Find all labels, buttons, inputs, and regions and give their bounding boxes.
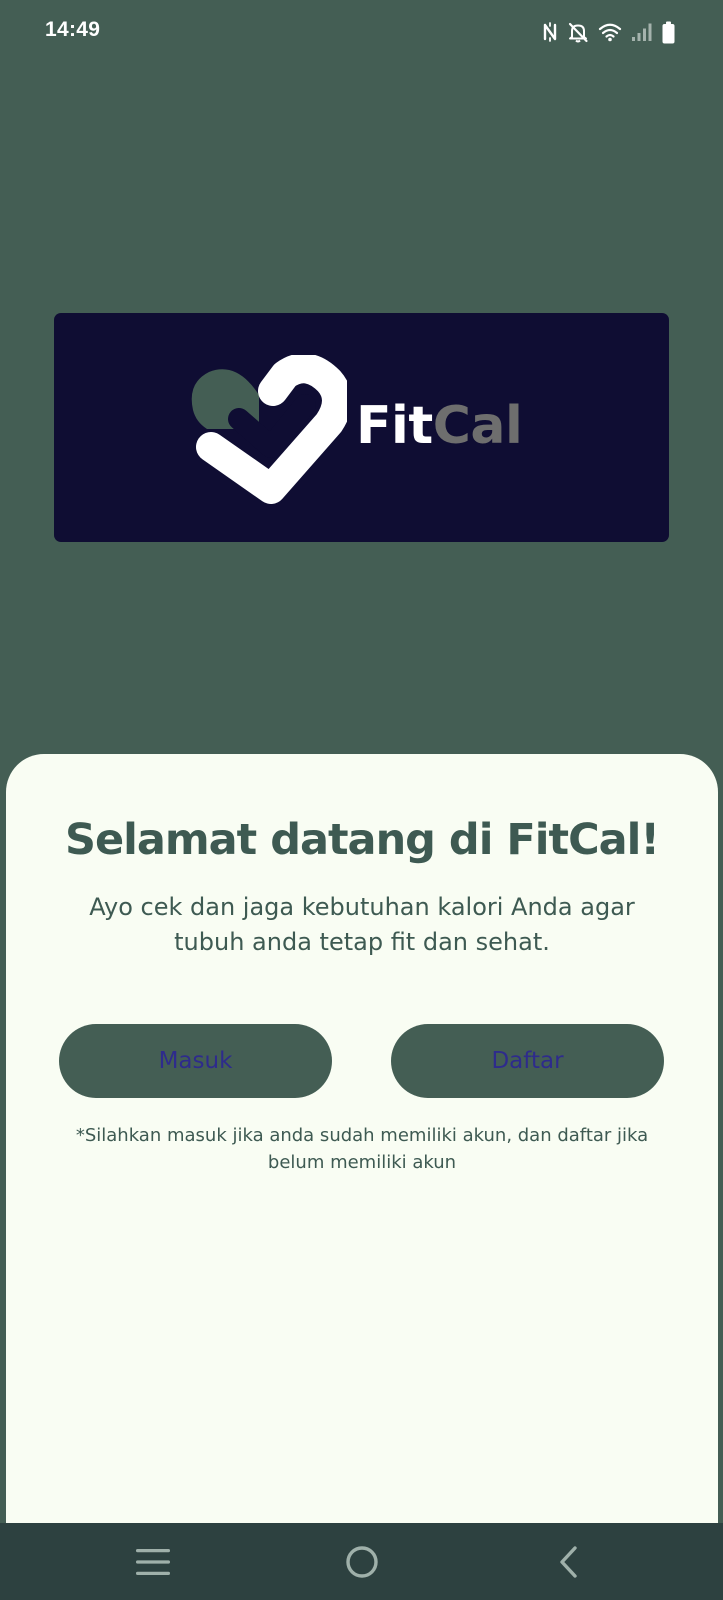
login-button[interactable]: Masuk xyxy=(59,1024,332,1098)
logo-wordmark: FitCal xyxy=(356,391,523,461)
navigation-bar xyxy=(0,1523,723,1600)
home-button[interactable] xyxy=(332,1537,392,1587)
menu-icon xyxy=(136,1549,170,1575)
welcome-subtitle: Ayo cek dan jaga kebutuhan kalori Anda a… xyxy=(89,893,635,956)
signal-icon xyxy=(631,22,653,42)
bell-off-icon xyxy=(567,21,589,43)
hint-text: *Silahkan masuk jika anda sudah memiliki… xyxy=(75,1125,649,1173)
register-button[interactable]: Daftar xyxy=(391,1024,664,1098)
back-button[interactable] xyxy=(539,1537,599,1587)
logo-word-cal: Cal xyxy=(432,396,523,456)
register-button-label: Daftar xyxy=(491,1048,564,1074)
logo-word-fit: Fit xyxy=(356,396,433,456)
status-icons xyxy=(542,16,675,48)
welcome-title: Selamat datang di FitCal! xyxy=(64,815,660,865)
wifi-icon xyxy=(598,22,622,42)
menu-button[interactable] xyxy=(123,1537,183,1587)
back-icon xyxy=(560,1546,577,1578)
nfc-icon xyxy=(542,21,558,43)
status-bar: 14:49 xyxy=(0,0,723,64)
login-button-label: Masuk xyxy=(158,1048,233,1074)
welcome-sheet: Selamat datang di FitCal! Ayo cek dan ja… xyxy=(6,754,718,1600)
battery-icon xyxy=(662,21,675,44)
fitcal-logo: FitCal xyxy=(54,313,669,542)
status-time: 14:49 xyxy=(45,18,101,41)
heart-check-icon xyxy=(191,355,347,504)
home-icon xyxy=(346,1546,378,1578)
